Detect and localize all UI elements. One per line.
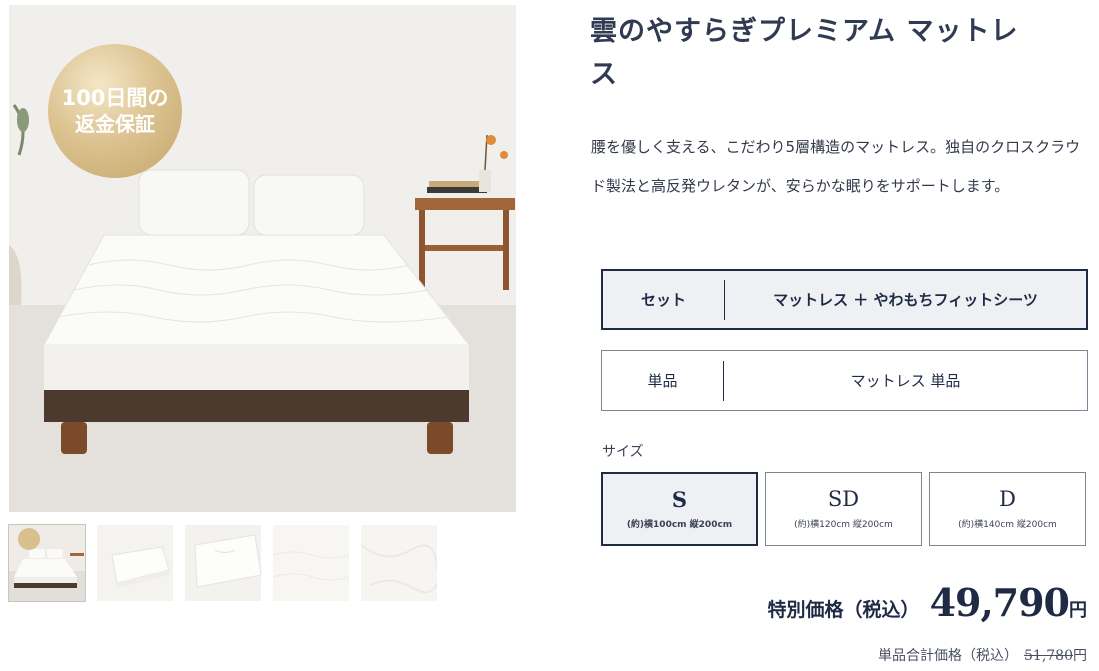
price-unit: 円 [1069, 600, 1087, 621]
original-price-unit: 円 [1073, 648, 1087, 664]
option-set-label: セット [640, 291, 686, 309]
option-set[interactable]: セット マットレス ＋ やわもちフィットシーツ [601, 269, 1088, 330]
thumbnail-3[interactable] [185, 525, 261, 601]
option-single[interactable]: 単品 マットレス 単品 [601, 350, 1088, 411]
size-name: S [671, 486, 688, 512]
size-heading: サイズ [602, 444, 644, 460]
badge-line-2: 返金保証 [75, 111, 155, 136]
thumbnail-4[interactable] [273, 525, 349, 601]
thumbnail-5[interactable] [361, 525, 437, 601]
price-value: 49,790 [929, 580, 1070, 625]
price-label: 特別価格（税込） [767, 599, 920, 621]
price-row: 特別価格（税込） 49,790 円 [768, 580, 1087, 625]
size-dimensions: (約)横100cm 縦200cm [626, 520, 733, 531]
size-name: SD [827, 486, 860, 511]
main-product-image[interactable]: 100日間の 返金保証 [9, 5, 516, 512]
original-price-row: 単品合計価格（税込） 51,780 円 [878, 645, 1087, 665]
option-set-value: マットレス ＋ やわもちフィットシーツ [773, 291, 1038, 309]
thumbnail-1[interactable] [8, 524, 86, 602]
original-price-label: 単品合計価格（税込） [878, 648, 1018, 664]
badge-line-1: 100日間の [61, 86, 169, 111]
size-name: D [999, 486, 1016, 511]
size-option-d[interactable]: D (約)横140cm 縦200cm [929, 472, 1086, 546]
option-single-value: マットレス 単品 [850, 372, 961, 390]
size-option-s[interactable]: S (約)横100cm 縦200cm [601, 472, 758, 546]
option-single-label: 単品 [647, 372, 678, 390]
thumbnail-2[interactable] [97, 525, 173, 601]
product-description: 腰を優しく支える、こだわり5層構造のマットレス。独自のクロスクラウド製法と高反発… [591, 138, 1081, 195]
money-back-guarantee-badge: 100日間の 返金保証 [48, 44, 182, 178]
original-price-value: 51,780 [1024, 648, 1073, 664]
size-option-sd[interactable]: SD (約)横120cm 縦200cm [765, 472, 922, 546]
size-dimensions: (約)横140cm 縦200cm [958, 520, 1057, 531]
size-dimensions: (約)横120cm 縦200cm [794, 520, 893, 531]
thumbnail-strip [8, 524, 437, 602]
product-title: 雲のやすらぎプレミアム マットレス [590, 16, 1019, 90]
